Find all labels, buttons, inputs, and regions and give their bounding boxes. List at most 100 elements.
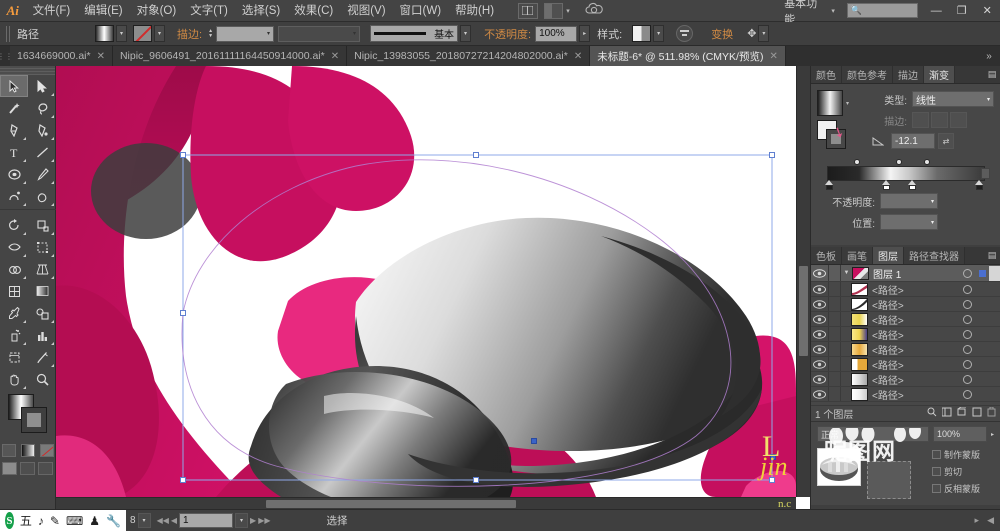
gradient-midpoint-0[interactable]	[854, 159, 860, 165]
gradient-slider-end-cap[interactable]	[981, 168, 990, 179]
new-layer-icon[interactable]	[972, 407, 982, 420]
tab-layers[interactable]: 图层	[873, 247, 904, 264]
brush-dropdown-icon[interactable]: ▾	[460, 25, 472, 42]
layer-name[interactable]: <路径>	[872, 342, 959, 357]
layer-visibility-icon[interactable]	[811, 329, 828, 339]
pen-tool[interactable]	[0, 119, 28, 141]
gradient-stop-0[interactable]	[825, 180, 833, 190]
curvature-tool[interactable]	[28, 119, 56, 141]
table-row[interactable]: <路径>	[811, 357, 1000, 372]
status-text[interactable]: 选择	[327, 513, 348, 528]
layer-target-icon[interactable]	[959, 374, 975, 384]
width-tool[interactable]	[0, 236, 28, 258]
make-mask-row[interactable]: 制作蒙版	[932, 448, 994, 461]
tab-brushes[interactable]: 画笔	[842, 247, 873, 264]
tab-swatches[interactable]: 色板	[811, 247, 842, 264]
tab-color-guide[interactable]: 颜色参考	[842, 66, 893, 83]
window-restore-button[interactable]: ❐	[949, 0, 974, 22]
full-screen-menubar[interactable]	[20, 462, 35, 475]
next-artboard-button[interactable]: ▶	[250, 516, 256, 525]
layer-visibility-icon[interactable]	[811, 314, 828, 324]
table-row[interactable]: <路径>	[811, 327, 1000, 342]
shape-builder-tool[interactable]	[0, 258, 28, 280]
perspective-grid-tool[interactable]	[28, 258, 56, 280]
opacity-label[interactable]: 不透明度:	[484, 26, 531, 42]
gradient-stroke-across[interactable]	[950, 112, 967, 128]
window-minimize-button[interactable]: —	[924, 0, 949, 22]
gradient-opacity-field[interactable]: ▾	[880, 193, 938, 209]
status-expand-icon[interactable]: ▸	[975, 515, 980, 526]
tab-color[interactable]: 颜色	[811, 66, 842, 83]
symbol-sprayer-tool[interactable]	[0, 324, 28, 346]
table-row[interactable]: <路径>	[811, 312, 1000, 327]
layer-visibility-icon[interactable]	[811, 359, 828, 369]
document-tab-3[interactable]: 未标题-6* @ 511.98% (CMYK/预览) ✕	[590, 46, 786, 66]
stroke-weight-label[interactable]: 描边:	[177, 26, 202, 42]
document-tab-0-close-icon[interactable]: ✕	[97, 51, 105, 62]
toolbox-grip[interactable]	[0, 66, 55, 75]
gradient-tool[interactable]	[28, 280, 56, 302]
last-artboard-button[interactable]: ▶▶	[258, 516, 270, 525]
tab-pathfinder[interactable]: 路径查找器	[904, 247, 965, 264]
gradient-midpoint-1[interactable]	[896, 159, 902, 165]
table-row[interactable]: <路径>	[811, 297, 1000, 312]
document-tab-3-close-icon[interactable]: ✕	[769, 51, 777, 62]
layer-visibility-icon[interactable]	[811, 268, 828, 278]
shape-options-icon[interactable]: ✥	[747, 27, 756, 40]
mask-caret-icon[interactable]: ▾	[874, 448, 877, 455]
graphic-style-swatch[interactable]	[632, 25, 652, 42]
cloud-sync-icon[interactable]	[584, 2, 604, 19]
style-dropdown-icon[interactable]: ▾	[653, 25, 665, 42]
table-row[interactable]: <路径>	[811, 372, 1000, 387]
horizontal-scroll-thumb[interactable]	[266, 500, 516, 508]
direct-selection-tool[interactable]	[28, 75, 56, 97]
arrange-documents-icon[interactable]	[517, 2, 538, 19]
canvas-vertical-scrollbar[interactable]	[796, 66, 810, 497]
layers-scroll-up-arrow[interactable]	[989, 265, 1000, 281]
gradient-preset-caret-icon[interactable]: ▾	[846, 100, 849, 107]
gradient-stop-2[interactable]	[908, 180, 916, 190]
stroke-weight-stepper[interactable]: ▲ ▼	[206, 25, 215, 42]
layer-name[interactable]: <路径>	[872, 297, 959, 312]
hand-tool[interactable]	[0, 368, 28, 390]
artboard-number-field[interactable]: 1	[179, 513, 234, 528]
screen-mode-caret-icon[interactable]: ▾	[566, 7, 570, 15]
tab-gradient[interactable]: 渐变	[924, 66, 955, 83]
layer-target-icon[interactable]	[959, 359, 975, 369]
layer-target-icon[interactable]	[959, 389, 975, 399]
ime-logo-icon[interactable]: S	[5, 512, 14, 529]
invert-mask-row[interactable]: 反相蒙版	[932, 482, 994, 495]
color-swatch-icon[interactable]	[1, 444, 16, 457]
document-tab-1[interactable]: Nipic_9606491_20161111164450914000.ai* ✕	[112, 46, 348, 66]
window-close-button[interactable]: ✕	[975, 0, 1000, 22]
gradient-ramp[interactable]	[827, 166, 985, 181]
stroke-profile-field[interactable]: ▾	[278, 25, 361, 42]
opacity-dropdown-icon[interactable]: ▸	[579, 25, 591, 42]
layer-name[interactable]: 图层 1	[873, 266, 959, 281]
brush-definition-field[interactable]: 基本	[370, 25, 459, 42]
eyedropper-tool[interactable]	[0, 302, 28, 324]
mask-link-icon[interactable]: ▾	[867, 448, 870, 455]
layers-list[interactable]: ▼ 图层 1 <路径> <路径> <路径> <路径> <路径> <路径> <路径…	[811, 265, 1000, 405]
stroke-dropdown-icon[interactable]: ▾	[154, 25, 165, 42]
gradient-preview-swatch[interactable]	[817, 90, 843, 116]
layer-name[interactable]: <路径>	[872, 372, 959, 387]
make-mask-checkbox[interactable]	[932, 450, 941, 459]
stroke-weight-field[interactable]: ▾	[216, 25, 275, 42]
gradient-stop-1[interactable]	[882, 180, 890, 190]
gradient-type-select[interactable]: 线性 ▾	[912, 91, 994, 107]
clip-checkbox[interactable]	[932, 467, 941, 476]
screen-mode-icon[interactable]	[543, 2, 564, 19]
locate-object-icon[interactable]	[927, 407, 937, 420]
layer-name[interactable]: <路径>	[872, 282, 959, 297]
layer-target-icon[interactable]	[959, 268, 975, 278]
tab-stroke[interactable]: 描边	[893, 66, 924, 83]
fill-dropdown-icon[interactable]: ▾	[116, 25, 127, 42]
blend-tool[interactable]	[28, 302, 56, 324]
layer-name[interactable]: <路径>	[872, 327, 959, 342]
layer-visibility-icon[interactable]	[811, 374, 828, 384]
layer-selected-indicator[interactable]	[975, 269, 989, 277]
chevron-down-icon[interactable]: ▼	[841, 270, 852, 276]
ime-settings-icon[interactable]: 🔧	[106, 514, 121, 528]
rotate-tool[interactable]	[0, 214, 28, 236]
